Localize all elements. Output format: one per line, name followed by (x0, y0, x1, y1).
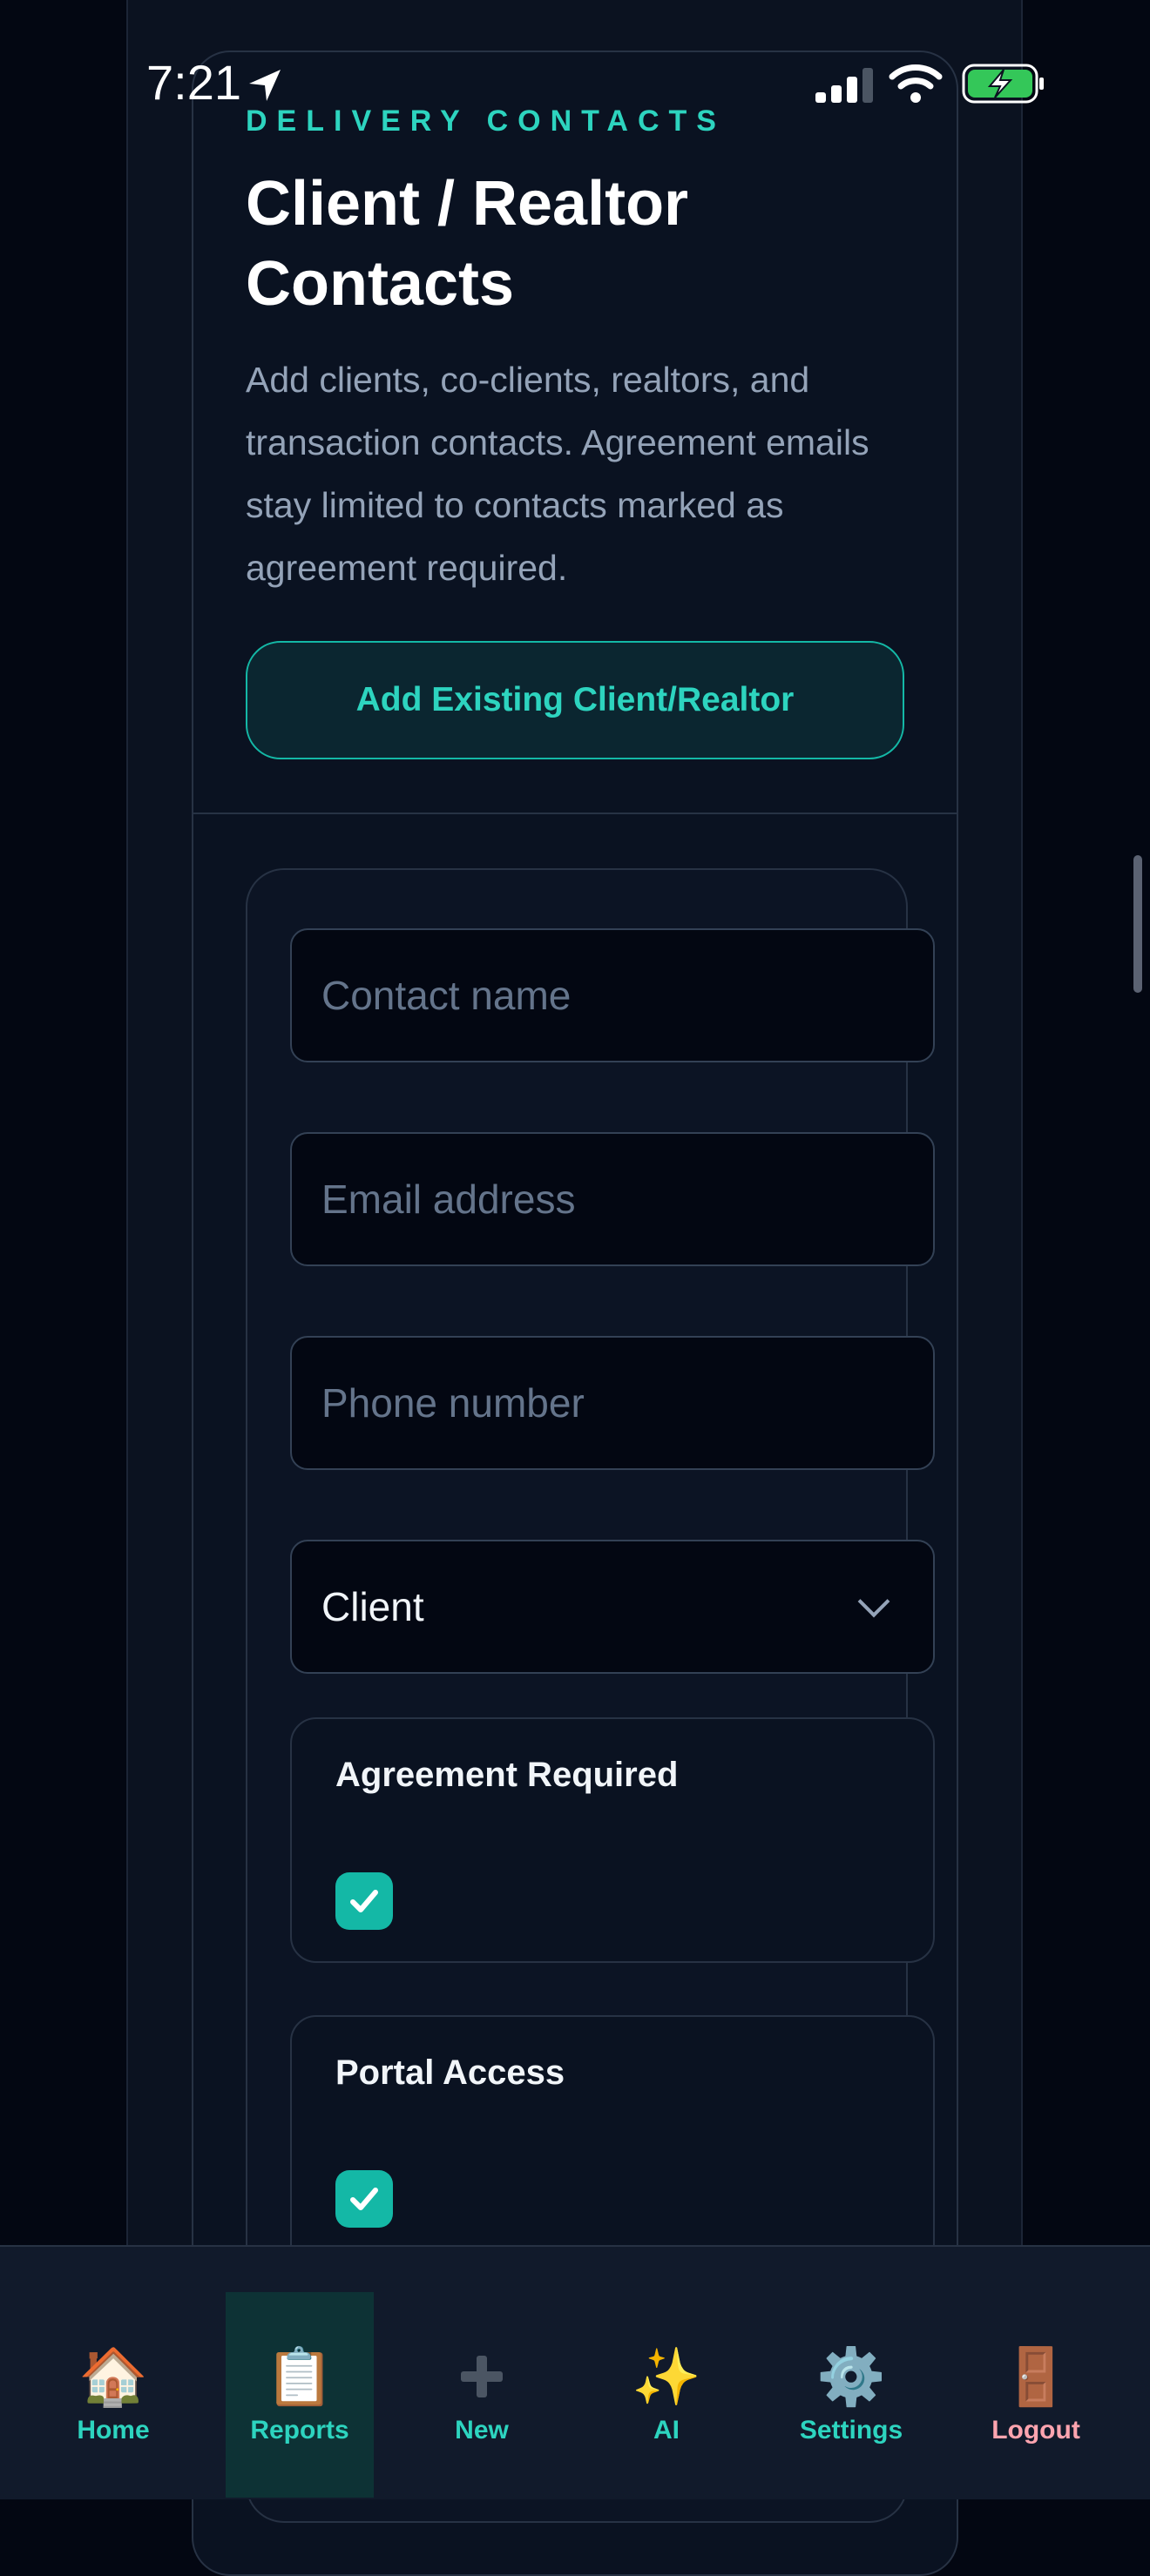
agreement-required-toggle: Agreement Required (290, 1717, 935, 1963)
tab-reports[interactable]: 📋 Reports (226, 2292, 374, 2498)
tab-label: Home (77, 2416, 150, 2445)
role-select[interactable]: Client (290, 1540, 935, 1674)
status-time: 7:21 (146, 55, 241, 110)
plus-icon (457, 2346, 506, 2407)
scrollbar-thumb[interactable] (1133, 855, 1142, 993)
sparkles-icon: ✨ (632, 2345, 701, 2408)
checkmark-icon (350, 1890, 378, 1912)
wifi-icon (889, 64, 943, 103)
tab-label: Reports (250, 2416, 349, 2445)
clipboard-icon: 📋 (265, 2345, 335, 2408)
signal-icon (815, 68, 873, 103)
house-icon: 🏠 (78, 2345, 148, 2408)
agreement-required-label: Agreement Required (335, 1756, 679, 1794)
section-eyebrow: DELIVERY CONTACTS (246, 105, 726, 138)
section-title: Client / Realtor Contacts (246, 169, 689, 319)
tab-label: AI (653, 2416, 680, 2445)
tab-settings[interactable]: ⚙️ Settings (777, 2292, 925, 2498)
door-icon: 🚪 (1001, 2345, 1071, 2408)
add-existing-contact-button[interactable]: Add Existing Client/Realtor (246, 641, 904, 759)
section-description: Add clients, co-clients, realtors, and t… (246, 360, 869, 588)
tab-ai[interactable]: ✨ AI (592, 2292, 741, 2498)
contact-name-field[interactable]: Contact name (290, 928, 935, 1062)
tab-home[interactable]: 🏠 Home (39, 2292, 187, 2498)
battery-charging-icon (962, 64, 1044, 104)
tab-new[interactable]: New (408, 2292, 556, 2498)
card-divider (193, 813, 957, 814)
email-field[interactable]: Email address (290, 1132, 935, 1266)
tab-label: Logout (991, 2416, 1080, 2445)
checkmark-icon (350, 2188, 378, 2210)
tab-logout[interactable]: 🚪 Logout (962, 2292, 1110, 2498)
gear-icon: ⚙️ (816, 2345, 886, 2408)
tab-label: Settings (799, 2416, 903, 2445)
tab-label: New (455, 2416, 509, 2445)
portal-access-checkbox[interactable] (335, 2170, 393, 2228)
location-arrow-icon (249, 70, 281, 101)
agreement-required-checkbox[interactable] (335, 1872, 393, 1930)
phone-field[interactable]: Phone number (290, 1336, 935, 1470)
portal-access-label: Portal Access (335, 2053, 565, 2092)
